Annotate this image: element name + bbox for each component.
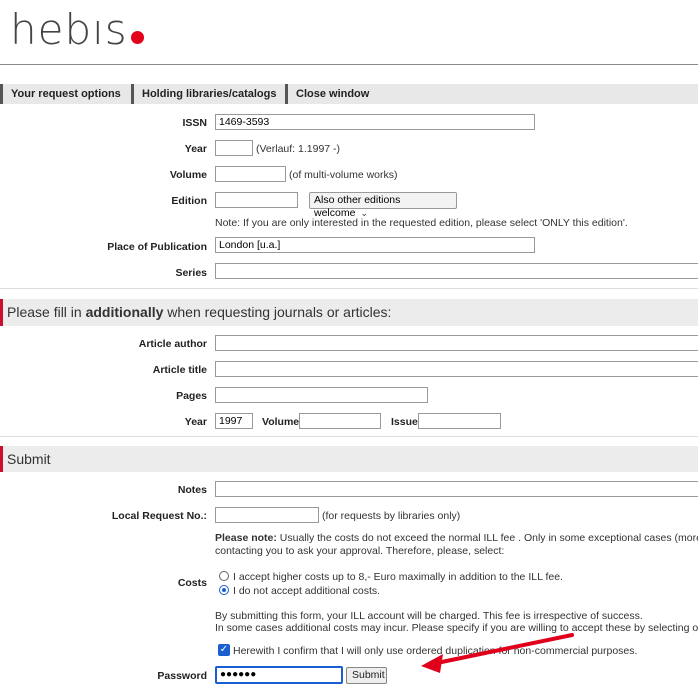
annotation-arrow-icon xyxy=(421,633,574,673)
